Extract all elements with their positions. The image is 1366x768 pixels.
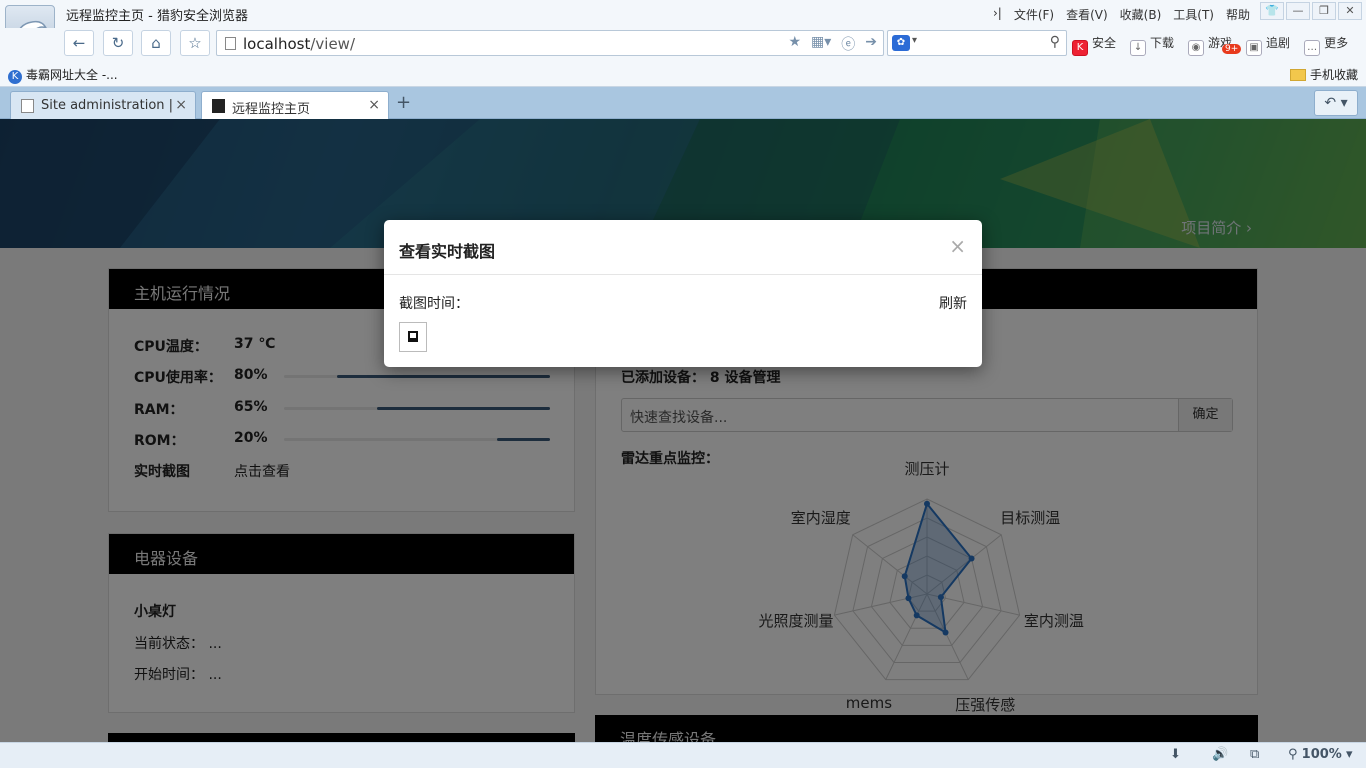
download-icon: ↓ xyxy=(1130,40,1147,56)
folder-icon xyxy=(1289,69,1306,81)
site-favicon xyxy=(212,99,225,113)
skin-button[interactable]: 👕 xyxy=(1260,2,1284,20)
right-toolbar: K 安全 ↓ 下载 ◉ 游戏 9+ ▣ 追剧 … 更多 xyxy=(1072,34,1348,56)
undo-close-tab-button[interactable]: ↶ ▾ xyxy=(1314,90,1358,116)
menu-file[interactable]: 文件(F) xyxy=(1014,6,1054,23)
modal-title: 查看实时截图 xyxy=(399,242,496,261)
address-bar[interactable]: localhost/view/ ★ ▦▾ ⓔ ➔ xyxy=(216,30,884,56)
games-button[interactable]: ◉ 游戏 9+ xyxy=(1188,34,1242,56)
games-badge: 9+ xyxy=(1222,44,1242,54)
menu-favorites[interactable]: 收藏(B) xyxy=(1120,6,1162,23)
mobile-favorites[interactable]: 手机收藏 xyxy=(1289,66,1358,83)
ie-mode-icon[interactable]: ⓔ xyxy=(841,34,855,54)
menu-view[interactable]: 查看(V) xyxy=(1066,6,1108,23)
bookmark-star-icon[interactable]: ★ xyxy=(788,34,801,54)
follow-tv-button[interactable]: ▣ 追剧 xyxy=(1246,34,1290,56)
window-mode-icon[interactable]: ⧉ xyxy=(1250,747,1259,762)
web-page: 项目简介 › 主机运行情况 CPU温度： 37 ℃ CPU使用率： 80% RA… xyxy=(0,119,1366,742)
page-icon xyxy=(21,99,34,113)
tv-icon: ▣ xyxy=(1246,40,1263,56)
download-button[interactable]: ↓ 下载 xyxy=(1130,34,1174,56)
page-icon xyxy=(225,37,236,50)
engine-dropdown-icon[interactable]: ▾ xyxy=(912,35,917,46)
bookmark-duba[interactable]: K 毒霸网址大全 -... xyxy=(8,66,118,84)
modal-backdrop[interactable] xyxy=(0,119,1366,742)
broken-image-icon xyxy=(408,331,418,342)
go-arrow-icon[interactable]: ➔ xyxy=(865,34,877,54)
more-button[interactable]: … 更多 xyxy=(1304,34,1348,56)
duba-icon: K xyxy=(8,70,22,84)
window-title: 远程监控主页 - 猎豹安全浏览器 xyxy=(66,9,248,24)
menu-more-arrow[interactable]: ›| xyxy=(993,6,1002,23)
status-bar: ⬇ 🔊 ⧉ ⚲ 100% ▾ xyxy=(0,742,1366,768)
tab-bar: Site administration | ... × 远程监控主页 × + ↶… xyxy=(0,87,1366,128)
home-button[interactable]: ⌂ xyxy=(141,30,171,56)
restore-button[interactable]: ❐ xyxy=(1312,2,1336,20)
menu-help[interactable]: 帮助 xyxy=(1226,6,1250,23)
download-status-icon[interactable]: ⬇ xyxy=(1170,747,1181,762)
bookmarks-bar: K 毒霸网址大全 -... 手机收藏 xyxy=(0,60,1366,87)
screenshot-image-placeholder[interactable] xyxy=(399,322,427,352)
back-button[interactable]: ← xyxy=(64,30,94,56)
address-tools: ★ ▦▾ ⓔ ➔ xyxy=(788,34,877,54)
sound-icon[interactable]: 🔊 xyxy=(1212,747,1228,762)
close-icon[interactable]: × xyxy=(949,234,966,258)
close-tab-icon[interactable]: × xyxy=(175,97,187,113)
close-tab-icon[interactable]: × xyxy=(368,97,380,113)
navigation-bar: ← ↻ ⌂ ☆ localhost/view/ ★ ▦▾ ⓔ ➔ ✿ ▾ ⚲ K… xyxy=(0,28,1366,60)
qr-code-icon[interactable]: ▦▾ xyxy=(811,34,831,54)
security-icon: K xyxy=(1072,40,1088,56)
title-bar: 远程监控主页 - 猎豹安全浏览器 ›| 文件(F) 查看(V) 收藏(B) 工具… xyxy=(0,0,1366,28)
modal-divider xyxy=(384,274,982,275)
screenshot-modal: 查看实时截图 × 截图时间： 刷新 xyxy=(384,220,982,367)
more-icon: … xyxy=(1304,40,1321,56)
favorite-star-button[interactable]: ☆ xyxy=(180,30,210,56)
minimize-button[interactable]: — xyxy=(1286,2,1310,20)
screenshot-time-label: 截图时间： xyxy=(399,296,469,312)
tab-remote-monitor[interactable]: 远程监控主页 × xyxy=(201,91,389,119)
url-text[interactable]: localhost/view/ xyxy=(243,35,355,53)
new-tab-button[interactable]: + xyxy=(396,92,411,113)
reload-button[interactable]: ↻ xyxy=(103,30,133,56)
tab-site-administration[interactable]: Site administration | ... × xyxy=(10,91,196,128)
menu-tools[interactable]: 工具(T) xyxy=(1173,6,1214,23)
gamepad-icon: ◉ xyxy=(1188,40,1205,56)
search-icon[interactable]: ⚲ xyxy=(1050,34,1060,50)
close-window-button[interactable]: ✕ xyxy=(1338,2,1362,20)
menu-bar: ›| 文件(F) 查看(V) 收藏(B) 工具(T) 帮助 xyxy=(993,6,1250,23)
zoom-control[interactable]: ⚲ 100% ▾ xyxy=(1288,747,1353,762)
window-controls: 👕 — ❐ ✕ xyxy=(1260,2,1362,20)
baidu-paw-icon[interactable]: ✿ xyxy=(892,35,910,51)
security-button[interactable]: K 安全 xyxy=(1072,34,1116,56)
refresh-button[interactable]: 刷新 xyxy=(939,293,967,313)
search-engine-box[interactable]: ✿ ▾ ⚲ xyxy=(887,30,1067,56)
